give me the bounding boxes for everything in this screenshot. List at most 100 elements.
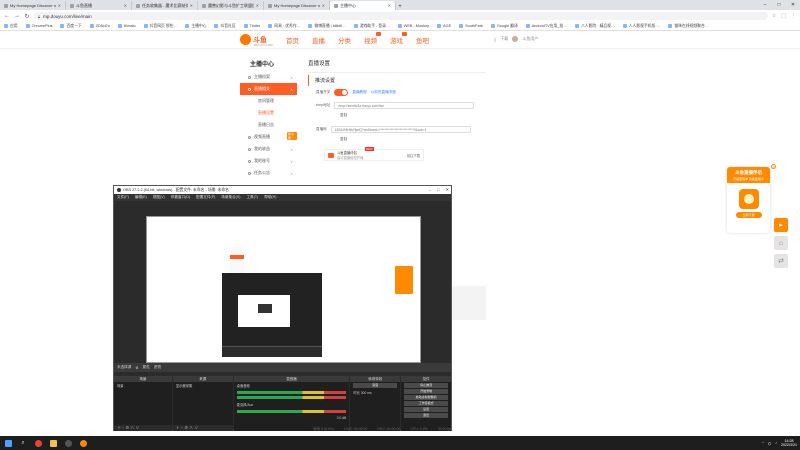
browser-tab[interactable]: My Homepage Discover new✕ — [264, 1, 330, 10]
gear-icon[interactable]: ⚙ — [135, 366, 138, 370]
start-recording-button[interactable]: 开始录制 — [404, 389, 448, 394]
bookmark-item[interactable]: Google 翻译 — [490, 24, 518, 29]
app-download-button[interactable]: 立即下载 — [735, 212, 762, 218]
bookmark-item[interactable]: 抖音社区 — [214, 24, 236, 29]
menu-icon[interactable]: ⋮ — [791, 13, 796, 19]
bookmark-item[interactable]: 人人影视手机版·… — [622, 24, 660, 29]
close-tab-icon[interactable]: ✕ — [124, 3, 127, 8]
browser-tab[interactable]: 魔兽幻影与斗鱼扩工联盟信用一览…✕ — [198, 1, 264, 10]
obs-menu-item[interactable]: 工具(T) — [246, 195, 258, 200]
bookmark-item[interactable]: 八人影院 · 精品视… — [575, 24, 615, 29]
live-shortcut-icon[interactable]: ▸ — [774, 218, 788, 232]
browser-tab[interactable]: My Homepage Discover new✕ — [0, 1, 66, 10]
nav-category[interactable]: 分类 — [338, 35, 351, 45]
close-tab-icon[interactable]: ✕ — [190, 3, 193, 8]
obs-taskbar-icon[interactable] — [63, 438, 73, 448]
chevron-up-icon[interactable]: ^ — [762, 441, 764, 445]
sidebar-item[interactable]: 我的收益 ∨ — [240, 143, 297, 155]
browser-tab[interactable]: 斗鱼直播 ✕ — [66, 1, 132, 10]
close-tab-icon[interactable]: ✕ — [256, 3, 259, 8]
bookmark-item[interactable]: Tinder — [243, 24, 260, 28]
volume-icon[interactable]: ♪ — [775, 441, 777, 445]
bookmark-item[interactable]: ChromePlus — [25, 24, 52, 28]
star-icon[interactable]: ☆ — [772, 13, 776, 19]
obs-menu-item[interactable]: 停靠窗口(D) — [171, 195, 190, 200]
reload-button[interactable]: ↻ — [24, 13, 30, 20]
companion-promo[interactable]: 斗鱼直播伴侣 高清直播轻松开播 NEW 前往下载 — [324, 147, 424, 161]
exit-button[interactable]: 退出 — [404, 413, 448, 418]
douyu-taskbar-icon[interactable] — [78, 438, 88, 448]
obs-minimize-button[interactable]: – — [429, 186, 431, 194]
sidebar-subitem[interactable]: 直播设置 — [240, 107, 297, 119]
sidebar-item[interactable]: 视频直播 新功能 ∨ — [240, 131, 297, 143]
close-window-button[interactable]: ✕ — [786, 0, 800, 10]
sidebar-item[interactable]: 任务公告 ∨ — [240, 167, 297, 179]
sidebar-item[interactable]: 直播相关 ∧ — [240, 83, 297, 95]
bookmark-item[interactable]: AndroidTV应用_批… — [525, 24, 567, 29]
bookmark-item[interactable]: ZDNd2u — [89, 24, 110, 28]
address-bar[interactable]: 🔒︎ mp.douyu.com/live/main — [34, 12, 768, 20]
bookmark-item[interactable]: WEB - Monkey — [397, 24, 429, 28]
virtual-camera-button[interactable]: 启动虚拟摄像机 — [404, 395, 448, 400]
avatar[interactable] — [512, 36, 519, 42]
phone-icon[interactable]: ▯ — [494, 37, 496, 42]
home-icon[interactable]: ⌂ — [774, 236, 788, 250]
obs-menu-item[interactable]: 场景集合(S) — [221, 195, 240, 200]
stream-code-field[interactable]: 1824495rNb2fpdQ?wsSecret=***************… — [330, 126, 471, 133]
bookmark-item[interactable]: AGE — [437, 24, 451, 28]
nav-game[interactable]: 游戏 — [390, 32, 407, 45]
rtmp-field[interactable]: rtmp://sendtc3a.douyu.com/live — [334, 102, 475, 109]
bookmark-item[interactable]: 百度一下 — [60, 24, 82, 29]
bookmark-item[interactable]: 猫咪在线视频聚合… — [668, 24, 709, 29]
close-tab-icon[interactable]: ✕ — [322, 3, 325, 8]
sidebar-item[interactable]: 我的账号 ∨ — [240, 155, 297, 167]
bookmark-item[interactable]: SouthPark — [459, 24, 483, 28]
folder-icon[interactable] — [48, 438, 58, 448]
settings-button[interactable]: 设置 — [404, 407, 448, 412]
start-icon[interactable] — [3, 438, 13, 448]
close-tab-icon[interactable]: ✕ — [58, 3, 61, 8]
promo-download-link[interactable]: 前往下载 — [407, 153, 420, 158]
forward-button[interactable]: → — [14, 13, 20, 19]
obs-menu-item[interactable]: 文件(F) — [117, 195, 129, 200]
sidebar-item[interactable]: 主播档案 ∨ — [240, 71, 297, 83]
bookmark-item[interactable]: 抖音网页 那些… — [143, 24, 177, 29]
old-process-link[interactable]: 以前的直播流程 — [371, 90, 396, 95]
back-button[interactable]: ← — [4, 13, 10, 19]
sidebar-subitem[interactable]: 房间管理 — [240, 95, 297, 107]
chrome-icon[interactable] — [33, 438, 43, 448]
search-icon[interactable]: ⌕ — [18, 438, 28, 448]
clock[interactable]: 14:28 2022/3/21 — [781, 439, 797, 447]
close-icon[interactable]: × — [771, 164, 776, 169]
bookmark-item[interactable]: Kimato — [117, 24, 136, 28]
transition-select[interactable]: 渐变 — [353, 383, 398, 388]
minimize-button[interactable]: – — [758, 0, 772, 10]
nav-live[interactable]: 直播 — [312, 35, 325, 45]
filters-button[interactable]: 滤镜 — [154, 365, 161, 370]
browser-tab[interactable]: 任务收集器 - 魔术比赛结伴学习…✕ — [132, 1, 198, 10]
obs-menu-item[interactable]: 帮助(H) — [264, 195, 276, 200]
duration-value[interactable]: 300 ms — [361, 391, 372, 395]
nav-video[interactable]: 视频 — [364, 32, 381, 45]
obs-maximize-button[interactable]: □ — [437, 186, 439, 194]
source-item[interactable]: 显示器采集 — [173, 382, 233, 389]
share-icon[interactable]: ⇄ — [774, 254, 788, 268]
obs-menu-item[interactable]: 视图(V) — [153, 195, 165, 200]
network-icon[interactable]: ⌬ — [768, 441, 771, 446]
properties-button[interactable]: 属性 — [143, 365, 150, 370]
stop-streaming-button[interactable]: 停止推流 — [404, 383, 448, 388]
obs-menu-item[interactable]: 配置文件(P) — [196, 195, 215, 200]
bookmark-item[interactable]: 应用 — [4, 24, 18, 29]
scene-item[interactable]: 场景 — [114, 382, 172, 389]
browser-tab[interactable]: 主播中心 ✕ — [330, 1, 396, 10]
obs-menu-item[interactable]: 编辑(E) — [135, 195, 147, 200]
copy-code-button[interactable]: 复制 — [302, 136, 492, 143]
obs-preview[interactable] — [146, 216, 421, 363]
douyu-logo[interactable]: 斗鱼 DOUYU.COM — [240, 34, 273, 47]
obs-close-button[interactable]: ✕ — [446, 186, 449, 194]
live-toggle[interactable] — [334, 89, 349, 96]
studio-mode-button[interactable]: 工作室模式 — [404, 401, 448, 406]
nav-fishbar[interactable]: 鱼吧 — [416, 35, 429, 45]
bookmark-item[interactable]: 主播中心 — [185, 24, 206, 29]
sidebar-subitem[interactable]: 直播日志 — [240, 119, 297, 131]
